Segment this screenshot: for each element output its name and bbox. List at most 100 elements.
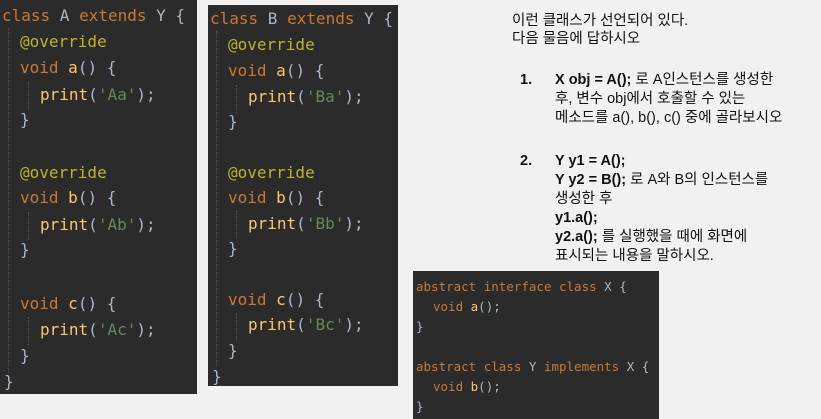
- code-token: print: [248, 315, 297, 334]
- question-2-text-1: 로 A와 B의 인스턴스를: [626, 172, 769, 188]
- code-token: (: [296, 315, 306, 334]
- code-line: }: [4, 372, 14, 391]
- code-line: @override: [20, 32, 107, 51]
- code-token: () {: [77, 294, 117, 313]
- code-token: }: [212, 367, 222, 386]
- code-token: }: [416, 319, 424, 334]
- code-token: print: [248, 214, 297, 233]
- code-line: }: [228, 341, 238, 360]
- code-token: (: [88, 215, 98, 234]
- code-line: class B extends Y {: [210, 9, 393, 28]
- question-1-number: 1.: [520, 72, 533, 88]
- code-line: }: [20, 240, 30, 259]
- code-token: }: [20, 110, 30, 129]
- intro-text: 이런 클래스가 선언되어 있다. 다음 물음에 답하시오: [512, 12, 817, 48]
- code-token: Y {: [156, 6, 186, 25]
- code-token: );: [344, 87, 364, 106]
- code-token: void: [433, 379, 471, 394]
- code-line: print('Ba');: [248, 87, 364, 106]
- code-token: );: [344, 214, 364, 233]
- indent-guide: [28, 212, 29, 240]
- question-2-code-3: y1.a();: [555, 210, 598, 226]
- code-token: ();: [478, 299, 501, 314]
- code-line: void b() {: [20, 188, 116, 207]
- code-token: 'Ac': [97, 320, 137, 339]
- code-token: 'Bb': [305, 214, 345, 233]
- indent-guide: [216, 31, 217, 367]
- intro-line-2: 다음 물음에 답하시오: [512, 31, 641, 47]
- code-token: print: [40, 85, 89, 104]
- indent-guide: [236, 85, 237, 113]
- code-line: void a() {: [20, 58, 116, 77]
- question-2-code-1: Y y1 = A();: [555, 153, 626, 169]
- code-token: void: [433, 299, 471, 314]
- code-token: );: [344, 315, 364, 334]
- code-token: void: [228, 61, 277, 80]
- code-token: class: [483, 359, 529, 374]
- code-token: }: [228, 112, 238, 131]
- code-token: );: [136, 320, 156, 339]
- code-token: X {: [604, 279, 627, 294]
- code-token: }: [20, 240, 30, 259]
- code-token: 'Aa': [97, 85, 137, 104]
- code-line: @override: [228, 35, 315, 54]
- code-token: class: [2, 6, 60, 25]
- question-2-text: Y y1 = A(); Y y2 = B(); 로 A와 B의 인스턴스를 생성…: [555, 152, 817, 266]
- code-token: () {: [77, 58, 117, 77]
- code-line: }: [212, 367, 222, 386]
- code-token: interface: [483, 279, 559, 294]
- code-line: void c() {: [20, 294, 116, 313]
- code-line: void b();: [433, 379, 501, 394]
- question-2-number: 2.: [520, 153, 533, 169]
- code-token: void: [20, 294, 69, 313]
- code-token: 'Ba': [305, 87, 345, 106]
- code-token: class: [559, 279, 605, 294]
- question-1-text-3: 메소드를 a(), b(), c() 중에 골라보시오: [555, 110, 783, 126]
- code-token: }: [416, 399, 424, 414]
- code-token: );: [136, 85, 156, 104]
- code-token: @override: [20, 32, 107, 51]
- code-token: );: [136, 215, 156, 234]
- indent-guide: [8, 28, 9, 373]
- code-token: void: [228, 188, 277, 207]
- code-line: class A extends Y {: [2, 6, 185, 25]
- code-token: B: [267, 9, 288, 28]
- code-line: void a();: [433, 299, 501, 314]
- code-line: @override: [228, 163, 315, 182]
- code-token: (: [88, 85, 98, 104]
- code-token: @override: [20, 163, 107, 182]
- code-token: () {: [77, 188, 117, 207]
- code-line: print('Aa');: [40, 85, 156, 104]
- code-token: }: [20, 346, 30, 365]
- code-token: print: [40, 215, 89, 234]
- code-token: @override: [228, 163, 315, 182]
- code-token: abstract: [416, 279, 484, 294]
- code-token: class: [210, 9, 268, 28]
- intro-line-1: 이런 클래스가 선언되어 있다.: [512, 13, 689, 29]
- code-line: print('Bb');: [248, 214, 364, 233]
- code-token: print: [40, 320, 89, 339]
- question-1-text: X obj = A(); 로 A인스턴스를 생성한 후, 변수 obj에서 호출…: [555, 71, 817, 128]
- indent-guide: [236, 211, 237, 239]
- code-token: void: [20, 58, 69, 77]
- code-token: void: [20, 188, 69, 207]
- code-token: }: [228, 239, 238, 258]
- code-line: void a() {: [228, 61, 324, 80]
- code-token: a: [68, 58, 78, 77]
- question-1-text-1: 로 A인스턴스를 생성한: [631, 72, 774, 88]
- indent-guide: [28, 82, 29, 110]
- indent-guide: [236, 313, 237, 341]
- code-line: abstract interface class X {: [416, 279, 627, 294]
- question-2-text-3: 를 실행했을 때에 화면에: [597, 229, 748, 245]
- question-1-text-2: 후, 변수 obj에서 호출할 수 있는: [555, 91, 746, 107]
- code-line: }: [228, 239, 238, 258]
- code-line: }: [20, 110, 30, 129]
- code-token: Y {: [364, 9, 394, 28]
- code-token: a: [276, 61, 286, 80]
- question-1-code: X obj = A();: [555, 72, 632, 88]
- code-token: 'Ab': [97, 215, 137, 234]
- code-token: c: [68, 294, 78, 313]
- code-token: b: [276, 188, 286, 207]
- code-token: (: [88, 320, 98, 339]
- question-2-code-4: y2.a();: [555, 229, 598, 245]
